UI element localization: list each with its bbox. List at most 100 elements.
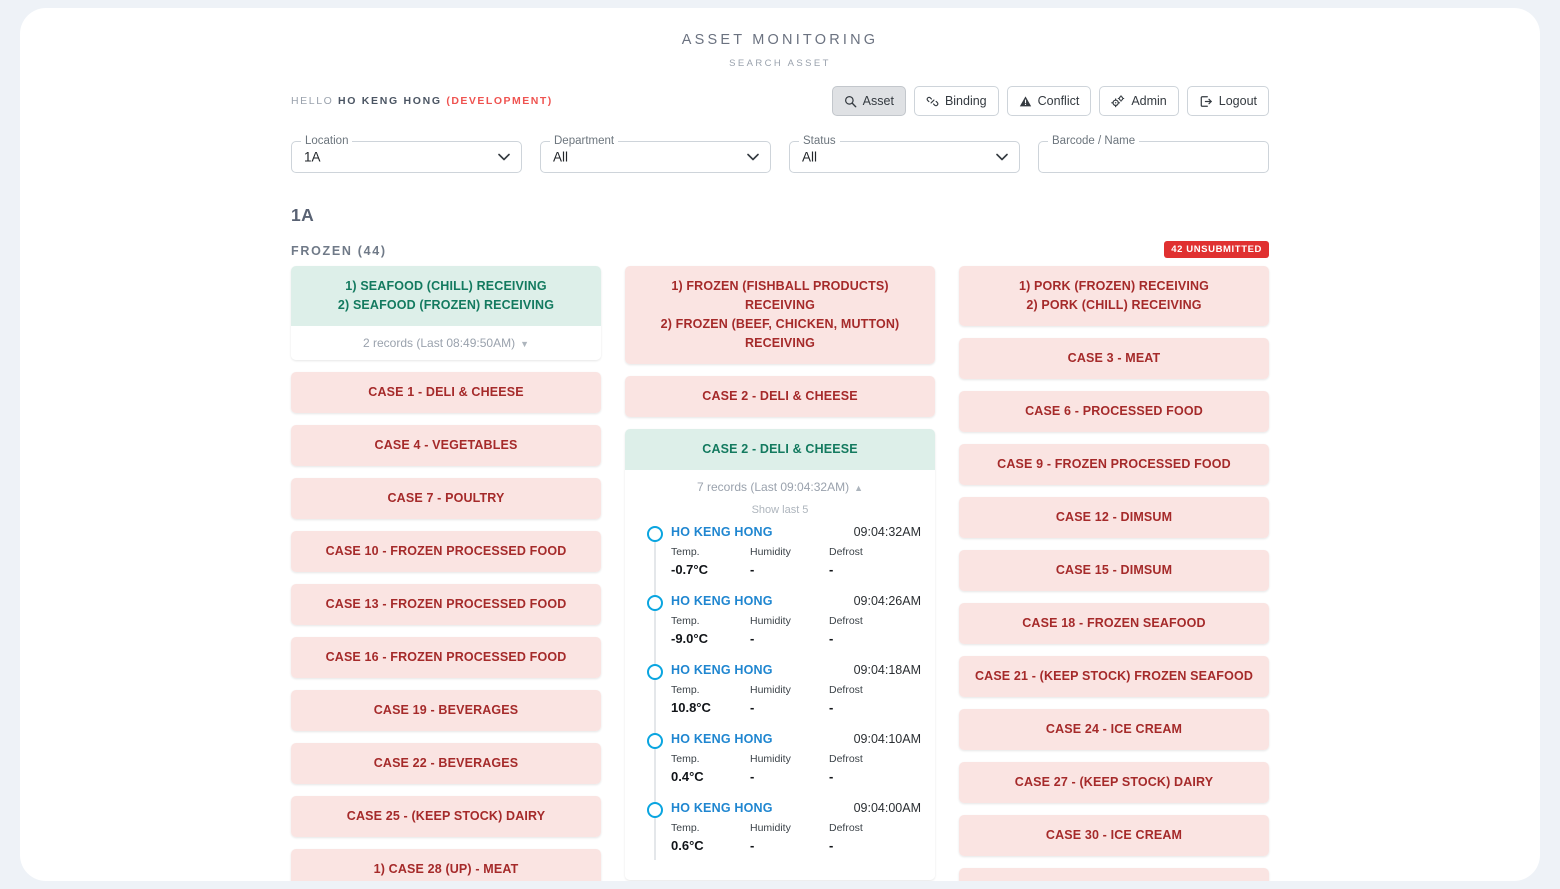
asset-card-title[interactable]: 1) PORK (FROZEN) RECEIVING 2) PORK (CHILL…	[959, 266, 1269, 326]
record-item: HO KENG HONG 09:04:10AM Temp. 0.4°C Humidity…	[645, 732, 921, 807]
group-title: FROZEN (44)	[291, 244, 387, 258]
asset-card[interactable]: CASE 18 - FROZEN SEAFOOD	[959, 603, 1269, 644]
record-metrics: Temp. -0.7°C Humidity - Defrost -	[671, 545, 921, 578]
metric-value: -0.7°C	[671, 562, 708, 577]
asset-card-title[interactable]: CASE 7 - POULTRY	[291, 478, 601, 519]
timeline-dot-icon	[647, 664, 663, 680]
asset-card-title[interactable]: CASE 12 - DIMSUM	[959, 497, 1269, 538]
asset-card-title[interactable]: CASE 22 - BEVERAGES	[291, 743, 601, 784]
asset-card-title-line: CASE 24 - ICE CREAM	[1045, 722, 1183, 736]
asset-card-title[interactable]: CASE 3 - MEAT	[959, 338, 1269, 379]
asset-card[interactable]: CASE 30 - ICE CREAM	[959, 815, 1269, 856]
asset-card[interactable]: 1) CASE 28 (UP) - MEAT 2) CASE 28 (DOWN) …	[291, 849, 601, 881]
timeline-dot-icon	[647, 802, 663, 818]
asset-card-title[interactable]: CASE 13 - FROZEN PROCESSED FOOD	[291, 584, 601, 625]
asset-card-title[interactable]: CASE 27 - (KEEP STOCK) DAIRY	[959, 762, 1269, 803]
status-select[interactable]: Status All	[789, 135, 1020, 173]
asset-card[interactable]: CASE 6 - PROCESSED FOOD	[959, 391, 1269, 432]
asset-card[interactable]: CASE 22 - BEVERAGES	[291, 743, 601, 784]
topbar: HELLO HO KENG HONG (DEVELOPMENT) Asset Bi…	[20, 83, 1540, 129]
timeline-dot-icon	[647, 526, 663, 542]
asset-card[interactable]: CASE 12 - DIMSUM	[959, 497, 1269, 538]
metric-temperature: Temp. 0.4°C	[671, 752, 750, 785]
asset-card[interactable]: CASE 9 - FROZEN PROCESSED FOOD	[959, 444, 1269, 485]
app-window: ASSET MONITORING SEARCH ASSET HELLO HO K…	[20, 8, 1540, 881]
asset-card-title-line: 1) FROZEN (FISHBALL PRODUCTS) RECEIVING	[671, 279, 889, 312]
asset-card[interactable]: CASE 27 - (KEEP STOCK) DAIRY	[959, 762, 1269, 803]
asset-card-title[interactable]: 1) SEAFOOD (CHILL) RECEIVING 2) SEAFOOD (…	[291, 266, 601, 326]
asset-card-title-line: CASE 27 - (KEEP STOCK) DAIRY	[1014, 775, 1214, 789]
asset-card-title[interactable]: CASE 9 - FROZEN PROCESSED FOOD	[959, 444, 1269, 485]
asset-card-title[interactable]: CASE 33 - ICE CREAM	[959, 868, 1269, 881]
nav-button-binding[interactable]: Binding	[913, 86, 999, 116]
asset-card[interactable]: CASE 24 - ICE CREAM	[959, 709, 1269, 750]
asset-card[interactable]: CASE 25 - (KEEP STOCK) DAIRY	[291, 796, 601, 837]
barcode-name-field[interactable]: Barcode / Name	[1038, 135, 1269, 173]
metric-value: -	[829, 838, 834, 853]
asset-card[interactable]: 1) SEAFOOD (CHILL) RECEIVING 2) SEAFOOD (…	[291, 266, 601, 360]
chevron-down-icon	[747, 148, 759, 166]
asset-card-title[interactable]: CASE 2 - DELI & CHEESE	[625, 376, 935, 417]
records-toggle[interactable]: 2 records (Last 08:49:50AM) ▼	[291, 326, 601, 360]
records-panel: 7 records (Last 09:04:32AM) ▲ Show last 5H…	[625, 470, 935, 880]
record-time: 09:04:00AM	[853, 801, 921, 815]
metric-humidity: Humidity -	[750, 614, 829, 647]
asset-card[interactable]: CASE 2 - DELI & CHEESE	[625, 376, 935, 417]
asset-card-title[interactable]: CASE 10 - FROZEN PROCESSED FOOD	[291, 531, 601, 572]
gears-icon	[1111, 94, 1125, 108]
asset-card-title[interactable]: CASE 21 - (KEEP STOCK) FROZEN SEAFOOD	[959, 656, 1269, 697]
record-user: HO KENG HONG	[671, 594, 773, 608]
asset-card[interactable]: CASE 3 - MEAT	[959, 338, 1269, 379]
asset-card[interactable]: CASE 33 - ICE CREAM	[959, 868, 1269, 881]
location-select[interactable]: Location 1A	[291, 135, 522, 173]
asset-card[interactable]: CASE 16 - FROZEN PROCESSED FOOD	[291, 637, 601, 678]
asset-card[interactable]: CASE 13 - FROZEN PROCESSED FOOD	[291, 584, 601, 625]
asset-card[interactable]: CASE 15 - DIMSUM	[959, 550, 1269, 591]
asset-card[interactable]: 1) FROZEN (FISHBALL PRODUCTS) RECEIVING 2…	[625, 266, 935, 364]
asset-card[interactable]: CASE 2 - DELI & CHEESE 7 records (Last 09…	[625, 429, 935, 880]
asset-card-title[interactable]: CASE 19 - BEVERAGES	[291, 690, 601, 731]
barcode-name-input[interactable]	[1039, 142, 1268, 172]
asset-card[interactable]: CASE 21 - (KEEP STOCK) FROZEN SEAFOOD	[959, 656, 1269, 697]
chevron-down-icon: ▼	[520, 339, 529, 349]
asset-card-title[interactable]: CASE 25 - (KEEP STOCK) DAIRY	[291, 796, 601, 837]
department-select[interactable]: Department All	[540, 135, 771, 173]
metric-value: -	[750, 631, 755, 646]
asset-column-1: 1) SEAFOOD (CHILL) RECEIVING 2) SEAFOOD (…	[291, 266, 601, 881]
asset-card-title[interactable]: CASE 16 - FROZEN PROCESSED FOOD	[291, 637, 601, 678]
asset-card-title[interactable]: CASE 6 - PROCESSED FOOD	[959, 391, 1269, 432]
nav-button-admin[interactable]: Admin	[1099, 86, 1179, 116]
nav-button-logout[interactable]: Logout	[1186, 86, 1269, 116]
asset-card-title[interactable]: CASE 2 - DELI & CHEESE	[625, 429, 935, 470]
asset-card[interactable]: CASE 4 - VEGETABLES	[291, 425, 601, 466]
location-label: Location	[301, 135, 353, 147]
record-header: HO KENG HONG 09:04:26AM	[671, 594, 921, 608]
show-last-link[interactable]: Show last 5	[625, 504, 935, 525]
nav-button-conflict[interactable]: Conflict	[1006, 86, 1092, 116]
record-header: HO KENG HONG 09:04:10AM	[671, 732, 921, 746]
asset-card-title-line: CASE 2 - DELI & CHEESE	[702, 389, 858, 403]
asset-card-title[interactable]: CASE 18 - FROZEN SEAFOOD	[959, 603, 1269, 644]
metric-value: 10.8°C	[671, 700, 711, 715]
records-toggle[interactable]: 7 records (Last 09:04:32AM) ▲	[625, 470, 935, 504]
asset-card-title[interactable]: CASE 4 - VEGETABLES	[291, 425, 601, 466]
record-item: HO KENG HONG 09:04:32AM Temp. -0.7°C Humidit…	[645, 525, 921, 600]
nav-button-asset[interactable]: Asset	[831, 86, 906, 116]
asset-card[interactable]: 1) PORK (FROZEN) RECEIVING 2) PORK (CHILL…	[959, 266, 1269, 326]
asset-card[interactable]: CASE 10 - FROZEN PROCESSED FOOD	[291, 531, 601, 572]
asset-card-title[interactable]: CASE 24 - ICE CREAM	[959, 709, 1269, 750]
record-user: HO KENG HONG	[671, 663, 773, 677]
asset-card-title-line: CASE 12 - DIMSUM	[1055, 510, 1173, 524]
metric-humidity: Humidity -	[750, 752, 829, 785]
metric-defrost: Defrost -	[829, 545, 908, 578]
asset-card-title[interactable]: CASE 1 - DELI & CHEESE	[291, 372, 601, 413]
asset-card-title[interactable]: 1) FROZEN (FISHBALL PRODUCTS) RECEIVING 2…	[625, 266, 935, 364]
asset-card[interactable]: CASE 19 - BEVERAGES	[291, 690, 601, 731]
asset-card-title[interactable]: 1) CASE 28 (UP) - MEAT 2) CASE 28 (DOWN) …	[291, 849, 601, 881]
asset-card-title[interactable]: CASE 15 - DIMSUM	[959, 550, 1269, 591]
record-metrics: Temp. 0.4°C Humidity - Defrost -	[671, 752, 921, 785]
asset-card[interactable]: CASE 7 - POULTRY	[291, 478, 601, 519]
asset-card[interactable]: CASE 1 - DELI & CHEESE	[291, 372, 601, 413]
logout-icon	[1199, 95, 1213, 108]
asset-card-title[interactable]: CASE 30 - ICE CREAM	[959, 815, 1269, 856]
